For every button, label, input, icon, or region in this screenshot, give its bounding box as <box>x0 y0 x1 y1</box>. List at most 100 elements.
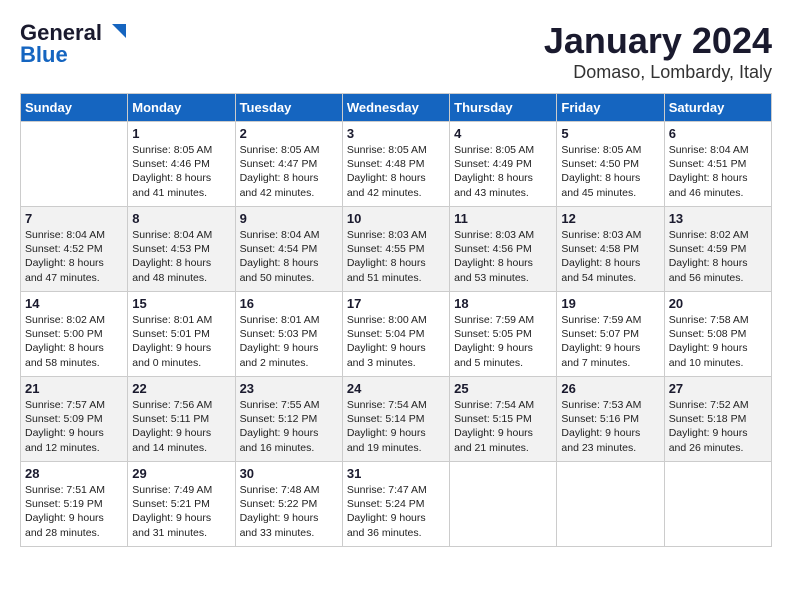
calendar-cell: 24 Sunrise: 7:54 AM Sunset: 5:14 PM Dayli… <box>342 377 449 462</box>
calendar-cell: 23Sunrise: 7:55 AM Sunset: 5:12 PM Dayli… <box>235 377 342 462</box>
day-number: 3 <box>347 126 445 141</box>
calendar-cell: 19 Sunrise: 7:59 AM Sunset: 5:07 PM Dayli… <box>557 292 664 377</box>
cell-info: Sunrise: 7:59 AM Sunset: 5:07 PM Dayligh… <box>561 313 659 370</box>
day-number: 14 <box>25 296 123 311</box>
column-header-monday: Monday <box>128 94 235 122</box>
calendar-cell: 5 Sunrise: 8:05 AM Sunset: 4:50 PM Daylig… <box>557 122 664 207</box>
cell-info: Sunrise: 7:54 AM Sunset: 5:14 PM Dayligh… <box>347 398 445 455</box>
day-number: 19 <box>561 296 659 311</box>
day-number: 28 <box>25 466 123 481</box>
day-number: 25 <box>454 381 552 396</box>
title-area: January 2024 Domaso, Lombardy, Italy <box>544 20 772 83</box>
day-number: 30 <box>240 466 338 481</box>
calendar-cell <box>21 122 128 207</box>
calendar-cell: 6Sunrise: 8:04 AM Sunset: 4:51 PM Daylig… <box>664 122 771 207</box>
calendar-cell: 14Sunrise: 8:02 AM Sunset: 5:00 PM Dayli… <box>21 292 128 377</box>
day-number: 15 <box>132 296 230 311</box>
day-number: 5 <box>561 126 659 141</box>
day-number: 18 <box>454 296 552 311</box>
calendar-cell: 15Sunrise: 8:01 AM Sunset: 5:01 PM Dayli… <box>128 292 235 377</box>
day-number: 29 <box>132 466 230 481</box>
day-number: 27 <box>669 381 767 396</box>
calendar-cell: 16 Sunrise: 8:01 AM Sunset: 5:03 PM Dayli… <box>235 292 342 377</box>
day-number: 21 <box>25 381 123 396</box>
cell-info: Sunrise: 7:56 AM Sunset: 5:11 PM Dayligh… <box>132 398 230 455</box>
calendar-cell: 22 Sunrise: 7:56 AM Sunset: 5:11 PM Dayli… <box>128 377 235 462</box>
week-row-5: 28Sunrise: 7:51 AM Sunset: 5:19 PM Dayli… <box>21 462 772 547</box>
cell-info: Sunrise: 7:49 AM Sunset: 5:21 PM Dayligh… <box>132 483 230 540</box>
column-header-sunday: Sunday <box>21 94 128 122</box>
calendar-cell: 25 Sunrise: 7:54 AM Sunset: 5:15 PM Dayli… <box>450 377 557 462</box>
logo-blue: Blue <box>20 42 68 67</box>
day-number: 7 <box>25 211 123 226</box>
week-row-1: 1 Sunrise: 8:05 AM Sunset: 4:46 PM Daylig… <box>21 122 772 207</box>
day-number: 17 <box>347 296 445 311</box>
day-number: 11 <box>454 211 552 226</box>
cell-info: Sunrise: 8:01 AM Sunset: 5:03 PM Dayligh… <box>240 313 338 370</box>
calendar-cell: 1 Sunrise: 8:05 AM Sunset: 4:46 PM Daylig… <box>128 122 235 207</box>
week-row-2: 7 Sunrise: 8:04 AM Sunset: 4:52 PM Daylig… <box>21 207 772 292</box>
day-number: 4 <box>454 126 552 141</box>
cell-info: Sunrise: 7:52 AM Sunset: 5:18 PM Dayligh… <box>669 398 767 455</box>
cell-info: Sunrise: 8:03 AM Sunset: 4:55 PM Dayligh… <box>347 228 445 285</box>
day-number: 8 <box>132 211 230 226</box>
day-number: 24 <box>347 381 445 396</box>
calendar-cell: 27 Sunrise: 7:52 AM Sunset: 5:18 PM Dayli… <box>664 377 771 462</box>
calendar-cell <box>664 462 771 547</box>
cell-info: Sunrise: 8:00 AM Sunset: 5:04 PM Dayligh… <box>347 313 445 370</box>
cell-info: Sunrise: 8:04 AM Sunset: 4:53 PM Dayligh… <box>132 228 230 285</box>
calendar-cell: 7 Sunrise: 8:04 AM Sunset: 4:52 PM Daylig… <box>21 207 128 292</box>
week-row-3: 14Sunrise: 8:02 AM Sunset: 5:00 PM Dayli… <box>21 292 772 377</box>
calendar-cell: 10 Sunrise: 8:03 AM Sunset: 4:55 PM Dayli… <box>342 207 449 292</box>
day-number: 31 <box>347 466 445 481</box>
cell-info: Sunrise: 7:47 AM Sunset: 5:24 PM Dayligh… <box>347 483 445 540</box>
day-number: 26 <box>561 381 659 396</box>
calendar-cell: 20 Sunrise: 7:58 AM Sunset: 5:08 PM Dayli… <box>664 292 771 377</box>
calendar-cell <box>557 462 664 547</box>
cell-info: Sunrise: 8:03 AM Sunset: 4:58 PM Dayligh… <box>561 228 659 285</box>
day-number: 1 <box>132 126 230 141</box>
location-title: Domaso, Lombardy, Italy <box>544 62 772 83</box>
header-row: SundayMondayTuesdayWednesdayThursdayFrid… <box>21 94 772 122</box>
calendar-cell: 8 Sunrise: 8:04 AM Sunset: 4:53 PM Daylig… <box>128 207 235 292</box>
day-number: 16 <box>240 296 338 311</box>
cell-info: Sunrise: 7:57 AM Sunset: 5:09 PM Dayligh… <box>25 398 123 455</box>
calendar-cell: 13Sunrise: 8:02 AM Sunset: 4:59 PM Dayli… <box>664 207 771 292</box>
calendar-cell: 21 Sunrise: 7:57 AM Sunset: 5:09 PM Dayli… <box>21 377 128 462</box>
calendar-cell: 29 Sunrise: 7:49 AM Sunset: 5:21 PM Dayli… <box>128 462 235 547</box>
cell-info: Sunrise: 7:54 AM Sunset: 5:15 PM Dayligh… <box>454 398 552 455</box>
cell-info: Sunrise: 7:48 AM Sunset: 5:22 PM Dayligh… <box>240 483 338 540</box>
calendar-cell: 30 Sunrise: 7:48 AM Sunset: 5:22 PM Dayli… <box>235 462 342 547</box>
cell-info: Sunrise: 8:04 AM Sunset: 4:52 PM Dayligh… <box>25 228 123 285</box>
calendar-cell: 18 Sunrise: 7:59 AM Sunset: 5:05 PM Dayli… <box>450 292 557 377</box>
cell-info: Sunrise: 8:02 AM Sunset: 4:59 PM Dayligh… <box>669 228 767 285</box>
cell-info: Sunrise: 8:05 AM Sunset: 4:49 PM Dayligh… <box>454 143 552 200</box>
calendar-cell: 31 Sunrise: 7:47 AM Sunset: 5:24 PM Dayli… <box>342 462 449 547</box>
cell-info: Sunrise: 8:05 AM Sunset: 4:46 PM Dayligh… <box>132 143 230 200</box>
day-number: 2 <box>240 126 338 141</box>
calendar-cell: 11 Sunrise: 8:03 AM Sunset: 4:56 PM Dayli… <box>450 207 557 292</box>
day-number: 20 <box>669 296 767 311</box>
calendar-cell: 26 Sunrise: 7:53 AM Sunset: 5:16 PM Dayli… <box>557 377 664 462</box>
cell-info: Sunrise: 8:04 AM Sunset: 4:51 PM Dayligh… <box>669 143 767 200</box>
page-header: General Blue January 2024 Domaso, Lombar… <box>20 20 772 83</box>
column-header-saturday: Saturday <box>664 94 771 122</box>
cell-info: Sunrise: 7:53 AM Sunset: 5:16 PM Dayligh… <box>561 398 659 455</box>
column-header-thursday: Thursday <box>450 94 557 122</box>
cell-info: Sunrise: 7:58 AM Sunset: 5:08 PM Dayligh… <box>669 313 767 370</box>
month-title: January 2024 <box>544 20 772 62</box>
logo: General Blue <box>20 20 126 68</box>
cell-info: Sunrise: 7:59 AM Sunset: 5:05 PM Dayligh… <box>454 313 552 370</box>
calendar-cell: 12Sunrise: 8:03 AM Sunset: 4:58 PM Dayli… <box>557 207 664 292</box>
cell-info: Sunrise: 8:05 AM Sunset: 4:50 PM Dayligh… <box>561 143 659 200</box>
calendar-cell: 9 Sunrise: 8:04 AM Sunset: 4:54 PM Daylig… <box>235 207 342 292</box>
day-number: 23 <box>240 381 338 396</box>
cell-info: Sunrise: 8:04 AM Sunset: 4:54 PM Dayligh… <box>240 228 338 285</box>
day-number: 9 <box>240 211 338 226</box>
cell-info: Sunrise: 8:03 AM Sunset: 4:56 PM Dayligh… <box>454 228 552 285</box>
calendar-cell: 28Sunrise: 7:51 AM Sunset: 5:19 PM Dayli… <box>21 462 128 547</box>
calendar-cell: 17 Sunrise: 8:00 AM Sunset: 5:04 PM Dayli… <box>342 292 449 377</box>
day-number: 10 <box>347 211 445 226</box>
day-number: 22 <box>132 381 230 396</box>
column-header-friday: Friday <box>557 94 664 122</box>
